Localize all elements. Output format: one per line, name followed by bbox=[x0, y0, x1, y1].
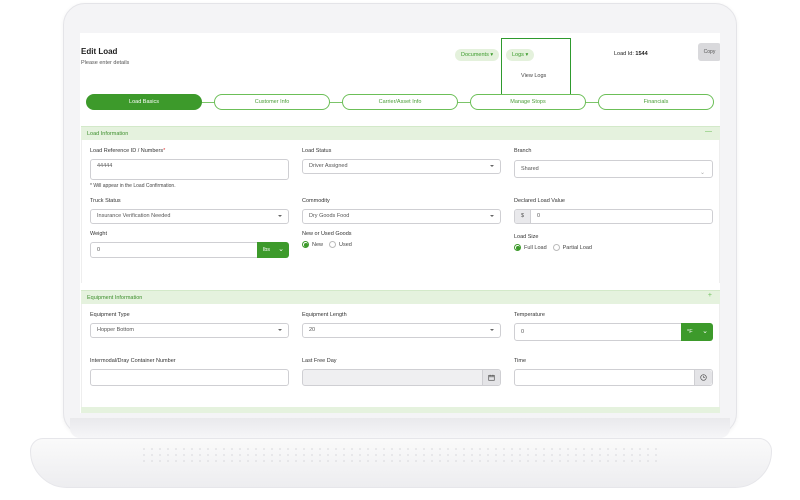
equipment-information-header[interactable]: Equipment Information + bbox=[81, 290, 720, 304]
goods-condition-label: New or Used Goods bbox=[302, 231, 352, 237]
caret-down-icon bbox=[490, 165, 494, 167]
declared-value-input[interactable]: $ 0 bbox=[514, 209, 713, 224]
radio-partial-load-label: Partial Load bbox=[562, 244, 592, 251]
chevron-down-icon: ⌄ bbox=[699, 170, 705, 176]
step-customer-info[interactable]: Customer Info bbox=[214, 94, 330, 110]
load-status-value: Driver Assigned bbox=[309, 163, 348, 169]
commodity-label: Commodity bbox=[302, 198, 330, 204]
load-reference-label-text: Load Reference ID / Numbers bbox=[90, 148, 164, 154]
equipment-type-label: Equipment Type bbox=[90, 312, 130, 318]
commodity-select[interactable]: Dry Goods Food bbox=[302, 209, 501, 224]
temperature-unit: °F bbox=[687, 329, 693, 335]
container-number-input[interactable] bbox=[90, 369, 289, 386]
chevron-down-icon: ⌄ bbox=[702, 328, 708, 335]
caret-down-icon bbox=[278, 215, 282, 217]
temperature-input[interactable]: 0 bbox=[514, 323, 682, 341]
truck-status-label: Truck Status bbox=[90, 198, 121, 204]
radio-partial-load[interactable] bbox=[552, 244, 560, 251]
radio-new[interactable] bbox=[302, 241, 309, 248]
load-status-label: Load Status bbox=[302, 148, 332, 154]
temperature-value: 0 bbox=[521, 329, 525, 335]
required-marker: * bbox=[163, 148, 166, 154]
time-label: Time bbox=[514, 358, 527, 364]
load-status-select[interactable]: Driver Assigned bbox=[302, 159, 501, 174]
clock-icon[interactable] bbox=[694, 370, 712, 385]
step-manage-stops[interactable]: Manage Stops bbox=[470, 94, 586, 110]
caret-down-icon: ▾ bbox=[490, 52, 494, 58]
load-reference-value: 44444 bbox=[97, 163, 113, 169]
caret-down-icon bbox=[278, 329, 282, 331]
logs-dropdown-menu: View Logs bbox=[503, 64, 569, 92]
section-title: Equipment Information bbox=[87, 294, 143, 301]
app-screen: Edit Load Please enter details Documents… bbox=[80, 33, 720, 413]
equipment-length-label: Equipment Length bbox=[302, 312, 347, 318]
page-header: Edit Load Please enter details Documents… bbox=[80, 33, 720, 96]
weight-label: Weight bbox=[90, 231, 108, 237]
equipment-information-body: Equipment Type Hopper Bottom Equipment L… bbox=[81, 304, 720, 407]
currency-prefix: $ bbox=[515, 210, 531, 223]
load-size-options: Full Load Partial Load bbox=[514, 244, 592, 251]
goods-condition-options: New Used bbox=[302, 241, 352, 248]
chevron-down-icon: ⌄ bbox=[278, 246, 284, 253]
truck-status-select[interactable]: Insurance Verification Needed bbox=[90, 209, 289, 224]
time-input[interactable] bbox=[514, 369, 713, 386]
radio-new-label: New bbox=[312, 241, 324, 248]
last-free-day-input[interactable] bbox=[302, 369, 501, 386]
step-financials[interactable]: Financials bbox=[598, 94, 714, 110]
equipment-type-select[interactable]: Hopper Bottom bbox=[90, 323, 289, 338]
next-section-header-partial bbox=[81, 407, 720, 413]
step-load-basics[interactable]: Load Basics bbox=[86, 94, 202, 110]
load-information-body: Load Reference ID / Numbers* 44444 * Wil… bbox=[81, 140, 720, 283]
weight-unit-dropdown[interactable]: lbs ⌄ bbox=[257, 242, 289, 258]
load-id-label: Load Id: bbox=[614, 51, 634, 57]
laptop-keyboard bbox=[140, 446, 660, 464]
step-carrier-asset-info[interactable]: Carrier/Asset Info bbox=[342, 94, 458, 110]
weight-value: 0 bbox=[97, 247, 101, 253]
load-information-header[interactable]: Load Information — bbox=[81, 126, 720, 140]
page-subtitle: Please enter details bbox=[81, 60, 130, 66]
radio-used-label: Used bbox=[339, 241, 352, 248]
truck-status-value: Insurance Verification Needed bbox=[97, 213, 171, 219]
equipment-length-select[interactable]: 20 bbox=[302, 323, 501, 338]
collapse-icon[interactable]: — bbox=[705, 128, 712, 135]
load-reference-label: Load Reference ID / Numbers* bbox=[90, 148, 165, 154]
commodity-value: Dry Goods Food bbox=[309, 213, 350, 219]
documents-label: Documents bbox=[461, 52, 489, 58]
temperature-unit-dropdown[interactable]: °F ⌄ bbox=[681, 323, 713, 341]
laptop-hinge bbox=[70, 418, 730, 438]
equipment-length-value: 20 bbox=[309, 327, 316, 333]
page-title: Edit Load bbox=[81, 47, 118, 56]
branch-value: Shared bbox=[521, 166, 539, 172]
load-reference-textarea[interactable]: 44444 bbox=[90, 159, 289, 180]
load-id-value: 1544 bbox=[635, 51, 648, 57]
caret-down-icon bbox=[490, 329, 494, 331]
load-size-label: Load Size bbox=[514, 234, 539, 240]
load-id-display: Load Id: 1544 bbox=[614, 51, 648, 57]
documents-dropdown-button[interactable]: Documents ▾ bbox=[455, 49, 500, 61]
weight-input[interactable]: 0 bbox=[90, 242, 258, 258]
radio-full-load-label: Full Load bbox=[524, 244, 547, 251]
weight-unit: lbs bbox=[263, 247, 271, 253]
section-title: Load Information bbox=[87, 130, 129, 137]
container-number-label: Intermodal/Dray Container Number bbox=[90, 358, 176, 364]
radio-full-load[interactable] bbox=[514, 244, 521, 251]
declared-value: 0 bbox=[537, 213, 541, 219]
caret-down-icon bbox=[490, 215, 494, 217]
temperature-label: Temperature bbox=[514, 312, 545, 318]
load-reference-hint: * Will appear in the Load Confirmation. bbox=[90, 183, 176, 189]
expand-icon[interactable]: + bbox=[708, 292, 712, 299]
view-logs-menu-item[interactable]: View Logs bbox=[521, 73, 546, 79]
last-free-day-label: Last Free Day bbox=[302, 358, 337, 364]
step-progress: Load Basics Customer Info Carrier/Asset … bbox=[86, 94, 716, 110]
branch-select[interactable]: Shared ⌄ bbox=[514, 160, 713, 178]
declared-value-label: Declared Load Value bbox=[514, 198, 565, 204]
branch-label: Branch bbox=[514, 148, 532, 154]
calendar-icon[interactable] bbox=[482, 370, 500, 385]
radio-used[interactable] bbox=[329, 241, 337, 248]
copy-button[interactable]: Copy bbox=[698, 43, 720, 61]
equipment-type-value: Hopper Bottom bbox=[97, 327, 134, 333]
